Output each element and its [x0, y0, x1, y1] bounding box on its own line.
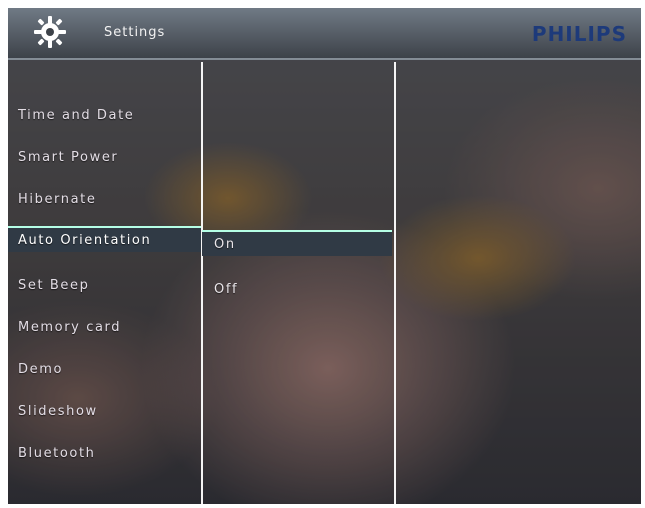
menu-item-label: Hibernate	[18, 191, 97, 207]
menu-item-smart-power[interactable]: Smart Power	[8, 136, 201, 178]
brand-logo-text: PHILIPS	[531, 22, 627, 46]
menu-item-auto-orientation[interactable]: Auto Orientation	[8, 226, 201, 252]
menu-item-label: Demo	[18, 361, 64, 377]
menu-item-set-beep[interactable]: Set Beep	[8, 264, 201, 306]
column-divider-2	[394, 62, 396, 504]
menu-item-label: Slideshow	[18, 403, 98, 419]
gear-icon	[34, 16, 66, 48]
option-label: Off	[214, 281, 239, 297]
menu-item-demo[interactable]: Demo	[8, 348, 201, 390]
orientation-options: On Off	[202, 230, 392, 310]
menu-item-label: Smart Power	[18, 149, 119, 165]
menu-item-label: Memory card	[18, 319, 122, 335]
menu-item-label: Auto Orientation	[18, 232, 152, 248]
option-off[interactable]: Off	[202, 268, 392, 310]
page-title: Settings	[104, 25, 166, 40]
menu-item-label: Bluetooth	[18, 445, 96, 461]
menu-item-memory-card[interactable]: Memory card	[8, 306, 201, 348]
menu-item-slideshow[interactable]: Slideshow	[8, 390, 201, 432]
menu-item-label: Set Beep	[18, 277, 90, 293]
menu-item-label: Time and Date	[18, 107, 135, 123]
option-label: On	[214, 236, 236, 252]
settings-menu: Time and Date Smart Power Hibernate Auto…	[8, 94, 201, 474]
menu-item-hibernate[interactable]: Hibernate	[8, 178, 201, 220]
option-on[interactable]: On	[202, 230, 392, 256]
device-screen: Settings PHILIPS Time and Date Smart Pow…	[8, 8, 641, 504]
menu-item-bluetooth[interactable]: Bluetooth	[8, 432, 201, 474]
top-bar: Settings PHILIPS	[8, 8, 641, 60]
menu-item-time-and-date[interactable]: Time and Date	[8, 94, 201, 136]
